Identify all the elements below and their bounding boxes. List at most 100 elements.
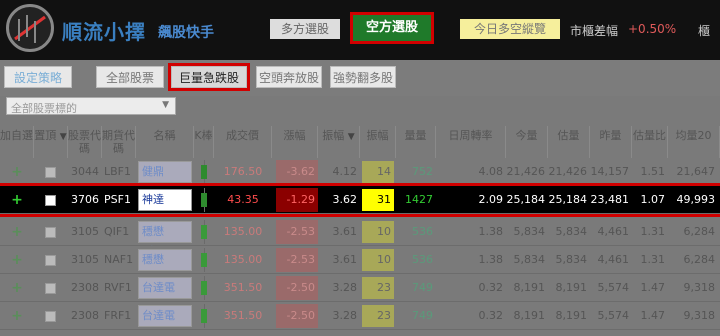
est-volume: 5,834 bbox=[555, 225, 588, 238]
amplitude-value: 3.62 bbox=[332, 193, 358, 206]
col-volume-qty[interactable]: 量量 bbox=[396, 126, 436, 158]
stock-filter-select[interactable]: 全部股票標的 ▼ bbox=[6, 97, 176, 115]
col-change[interactable]: 漲幅 bbox=[272, 126, 318, 158]
price-value: 351.50 bbox=[223, 309, 263, 322]
col-turnover[interactable]: 日周轉率 bbox=[436, 126, 506, 158]
pin-checkbox[interactable] bbox=[45, 255, 56, 266]
col-amplitude-2[interactable]: 振幅 bbox=[360, 126, 396, 158]
table-header: 加自選 置頂 ▼ 股票代碼 期貨代碼 名稱 K棒 成交價 漲幅 振幅 ▼ 振幅 … bbox=[0, 126, 720, 158]
est-ratio: 1.31 bbox=[640, 253, 666, 266]
turnover-rate: 4.08 bbox=[478, 165, 504, 178]
stock-name-link[interactable]: 穩懋(小... bbox=[138, 221, 192, 258]
sort-down-icon: ▼ bbox=[347, 132, 355, 142]
today-overview-button[interactable]: 今日多空縱覽 bbox=[460, 19, 560, 39]
futures-code: NAF1 bbox=[104, 253, 134, 266]
kbar-candle bbox=[201, 225, 207, 239]
col-amplitude[interactable]: 振幅 ▼ bbox=[318, 126, 360, 158]
col-est-volume[interactable]: 估量 bbox=[548, 126, 590, 158]
header-cut-label: 櫃 bbox=[698, 24, 711, 38]
yesterday-volume: 4,461 bbox=[597, 253, 630, 266]
today-volume: 8,191 bbox=[513, 309, 546, 322]
stock-code: 3044 bbox=[71, 165, 99, 178]
est-volume: 21,426 bbox=[548, 165, 588, 178]
col-today-volume[interactable]: 今量 bbox=[506, 126, 548, 158]
stock-name-link[interactable]: 健鼎 bbox=[138, 161, 192, 183]
short-release-button[interactable]: 空頭奔放股 bbox=[256, 66, 322, 88]
stock-name-link[interactable]: 神達 bbox=[138, 189, 192, 211]
pin-checkbox[interactable] bbox=[45, 227, 56, 238]
today-volume: 8,191 bbox=[513, 281, 546, 294]
yesterday-volume: 14,157 bbox=[590, 165, 630, 178]
avg20-volume: 6,284 bbox=[683, 225, 716, 238]
long-picks-button[interactable]: 多方選股 bbox=[270, 19, 340, 39]
est-ratio: 1.07 bbox=[640, 193, 666, 206]
col-est-ratio[interactable]: 估量比 bbox=[632, 126, 668, 158]
all-stocks-button[interactable]: 全部股票 bbox=[96, 66, 164, 88]
price-value: 135.00 bbox=[223, 253, 263, 266]
add-watchlist-button[interactable]: + bbox=[0, 158, 34, 186]
turnover-rate: 1.38 bbox=[478, 225, 504, 238]
spread-value: +0.50% bbox=[628, 22, 677, 36]
pin-checkbox[interactable] bbox=[45, 195, 56, 206]
stock-name-link[interactable]: 台達電(... bbox=[138, 277, 192, 314]
col-name[interactable]: 名稱 bbox=[136, 126, 194, 158]
today-volume: 21,426 bbox=[506, 165, 546, 178]
stock-code: 3706 bbox=[71, 193, 99, 206]
add-watchlist-button[interactable]: + bbox=[0, 218, 34, 246]
today-volume: 5,834 bbox=[513, 253, 546, 266]
table-row[interactable]: +3044 LBF1 健鼎 176.50 -3.62 4.12 14 752 4.08 21,42… bbox=[0, 158, 720, 186]
table-row[interactable]: +3105 NAF1 穩懋 135.00 -2.53 3.61 10 536 1.38 5,834… bbox=[0, 246, 720, 274]
turnover-rate: 0.32 bbox=[478, 309, 504, 322]
pin-checkbox[interactable] bbox=[45, 311, 56, 322]
price-value: 176.50 bbox=[223, 165, 263, 178]
yesterday-volume: 23,481 bbox=[590, 193, 630, 206]
kbar-candle bbox=[201, 193, 207, 207]
turnover-rate: 2.09 bbox=[478, 193, 504, 206]
table-row[interactable]: +3105 QIF1 穩懋(小... 135.00 -2.53 3.61 10 536 1.38… bbox=[0, 218, 720, 258]
avg20-volume: 9,318 bbox=[683, 309, 716, 322]
col-avg20[interactable]: 均量20 bbox=[668, 126, 720, 158]
kbar-candle bbox=[201, 281, 207, 295]
table-row[interactable]: +2308 RVF1 台達電(... 351.50 -2.50 3.28 23 749 0.32… bbox=[0, 274, 720, 314]
est-volume: 8,191 bbox=[555, 309, 588, 322]
col-kbar[interactable]: K棒 bbox=[194, 126, 214, 158]
add-watchlist-button[interactable]: + bbox=[0, 186, 34, 214]
col-yesterday-volume[interactable]: 昨量 bbox=[590, 126, 632, 158]
giant-volume-drop-button[interactable]: 巨量急跌股 bbox=[168, 63, 250, 91]
volume-qty: 536 bbox=[412, 253, 433, 266]
add-watchlist-button[interactable]: + bbox=[0, 302, 34, 330]
turnover-rate: 1.38 bbox=[478, 253, 504, 266]
col-add-watch[interactable]: 加自選 bbox=[0, 126, 34, 158]
amplitude-highlight: 10 bbox=[362, 249, 394, 271]
stock-code: 2308 bbox=[71, 309, 99, 322]
est-ratio: 1.47 bbox=[640, 281, 666, 294]
table-row[interactable]: +2308 FRF1 台達電 351.50 -2.50 3.28 23 749 0.32 8,19… bbox=[0, 302, 720, 330]
set-strategy-button[interactable]: 設定策略 bbox=[4, 66, 72, 88]
kbar-candle bbox=[201, 253, 207, 267]
col-futures-code[interactable]: 期貨代碼 bbox=[102, 126, 136, 158]
add-watchlist-button[interactable]: + bbox=[0, 246, 34, 274]
volume-qty: 536 bbox=[412, 225, 433, 238]
today-volume: 5,834 bbox=[513, 225, 546, 238]
est-ratio: 1.31 bbox=[640, 225, 666, 238]
yesterday-volume: 5,574 bbox=[597, 281, 630, 294]
col-pin[interactable]: 置頂 ▼ bbox=[34, 126, 68, 158]
col-stock-code[interactable]: 股票代碼 bbox=[68, 126, 102, 158]
strong-reversal-button[interactable]: 強勢翻多股 bbox=[330, 66, 396, 88]
col-price[interactable]: 成交價 bbox=[214, 126, 272, 158]
change-value: -2.53 bbox=[286, 253, 315, 266]
pin-checkbox[interactable] bbox=[45, 283, 56, 294]
stock-name-link[interactable]: 台達電 bbox=[138, 305, 192, 327]
futures-code: RVF1 bbox=[104, 281, 132, 294]
futures-code: FRF1 bbox=[104, 309, 132, 322]
pin-checkbox[interactable] bbox=[45, 167, 56, 178]
add-watchlist-button[interactable]: + bbox=[0, 274, 34, 302]
stock-name-link[interactable]: 穩懋 bbox=[138, 249, 192, 271]
table-row[interactable]: +3706 PSF1 神達 43.35 -1.29 3.62 31 1427 2.09 25,18… bbox=[0, 183, 720, 217]
avg20-volume: 6,284 bbox=[683, 253, 716, 266]
short-picks-button[interactable]: 空方選股 bbox=[350, 12, 434, 44]
yesterday-volume: 5,574 bbox=[597, 309, 630, 322]
volume-qty: 749 bbox=[412, 309, 433, 322]
avg20-volume: 21,647 bbox=[676, 165, 716, 178]
est-ratio: 1.51 bbox=[640, 165, 666, 178]
